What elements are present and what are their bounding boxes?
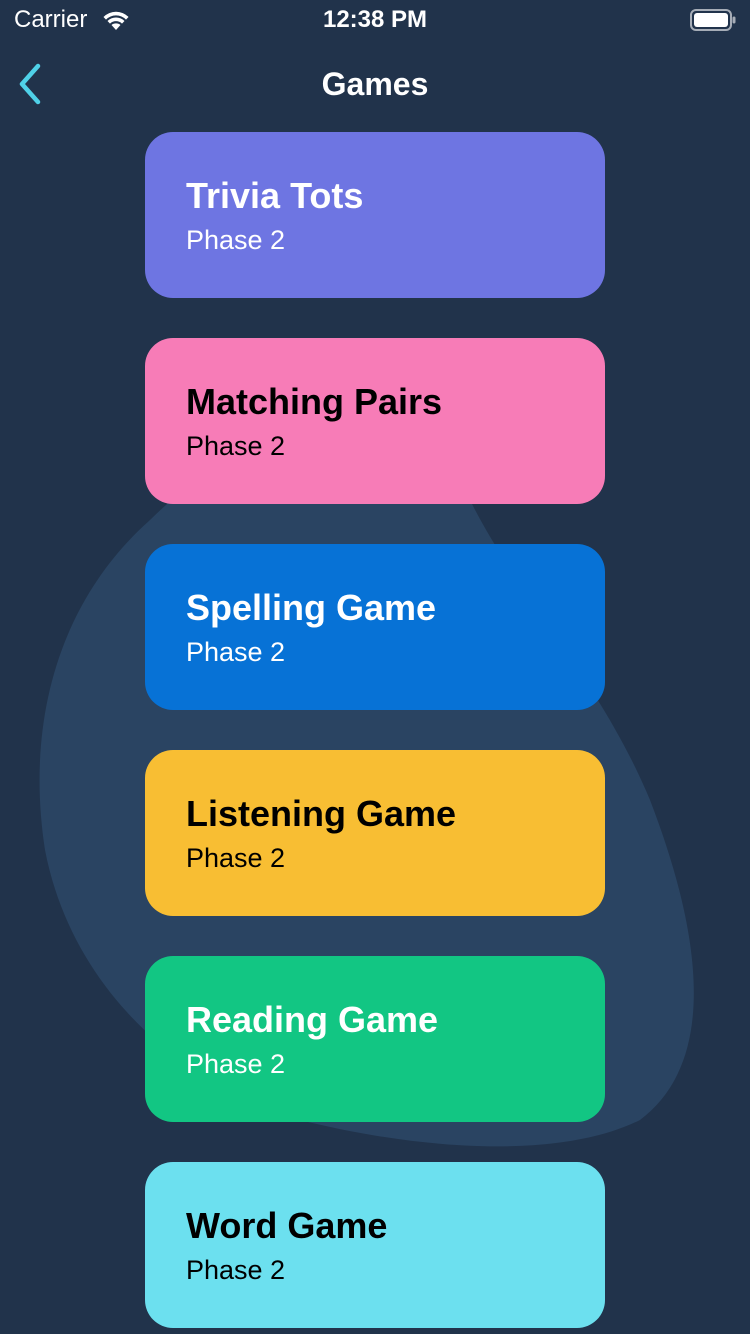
- game-card-matching-pairs[interactable]: Matching Pairs Phase 2: [145, 338, 605, 504]
- status-time: 12:38 PM: [322, 6, 428, 33]
- status-bar: Carrier 12:38 PM: [0, 0, 750, 40]
- game-list: Trivia Tots Phase 2 Matching Pairs Phase…: [145, 132, 605, 1334]
- game-phase: Phase 2: [186, 843, 286, 873]
- battery-icon: [690, 9, 736, 31]
- game-card-reading-game[interactable]: Reading Game Phase 2: [145, 956, 605, 1122]
- game-phase: Phase 2: [186, 225, 286, 255]
- game-title: Trivia Tots: [186, 175, 364, 216]
- game-card-word-game[interactable]: Word Game Phase 2: [145, 1162, 605, 1328]
- game-card-spelling-game[interactable]: Spelling Game Phase 2: [145, 544, 605, 710]
- game-title: Listening Game: [186, 793, 457, 834]
- games-screen: Carrier 12:38 PM Games Trivia Tots Phase…: [0, 0, 750, 1334]
- game-phase: Phase 2: [186, 1255, 286, 1285]
- game-phase: Phase 2: [186, 637, 286, 667]
- game-title: Word Game: [186, 1205, 388, 1246]
- game-phase: Phase 2: [186, 431, 286, 461]
- game-phase: Phase 2: [186, 1049, 286, 1079]
- navigation-bar: Games: [0, 44, 750, 124]
- game-title: Reading Game: [186, 999, 439, 1040]
- game-card-listening-game[interactable]: Listening Game Phase 2: [145, 750, 605, 916]
- game-title: Matching Pairs: [186, 381, 443, 422]
- game-card-trivia-tots[interactable]: Trivia Tots Phase 2: [145, 132, 605, 298]
- game-title: Spelling Game: [186, 587, 437, 628]
- page-title: Games: [321, 66, 429, 102]
